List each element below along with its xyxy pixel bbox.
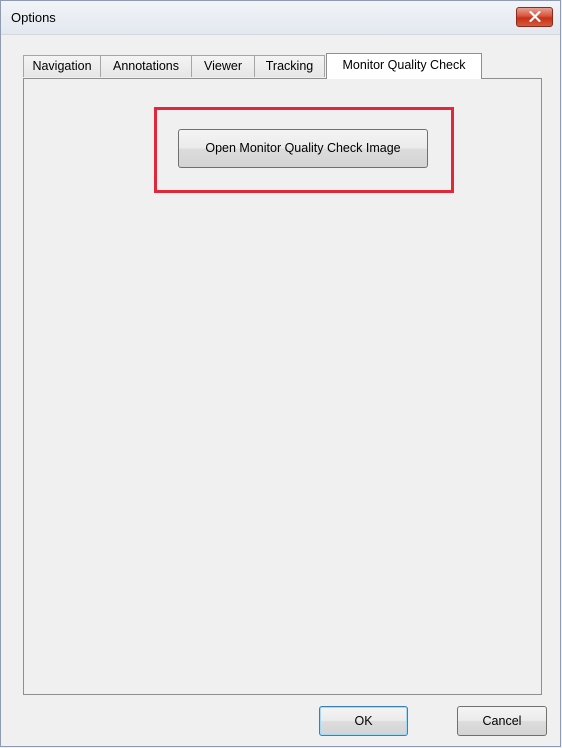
tab-navigation[interactable]: Navigation	[23, 55, 101, 77]
close-icon	[529, 11, 541, 22]
window-title: Options	[11, 10, 56, 25]
open-monitor-quality-check-image-button[interactable]: Open Monitor Quality Check Image	[178, 129, 428, 168]
ok-button[interactable]: OK	[319, 706, 408, 736]
cancel-button[interactable]: Cancel	[457, 706, 547, 736]
options-dialog: Options Navigation Annotations Viewer Tr…	[0, 0, 561, 747]
title-bar: Options	[1, 1, 560, 35]
tab-tracking[interactable]: Tracking	[254, 55, 325, 77]
tab-viewer[interactable]: Viewer	[191, 55, 255, 77]
tab-monitor-quality-check[interactable]: Monitor Quality Check	[326, 53, 482, 79]
monitor-quality-check-panel: Open Monitor Quality Check Image	[23, 78, 542, 695]
close-button[interactable]	[516, 7, 553, 27]
tab-annotations[interactable]: Annotations	[100, 55, 192, 77]
